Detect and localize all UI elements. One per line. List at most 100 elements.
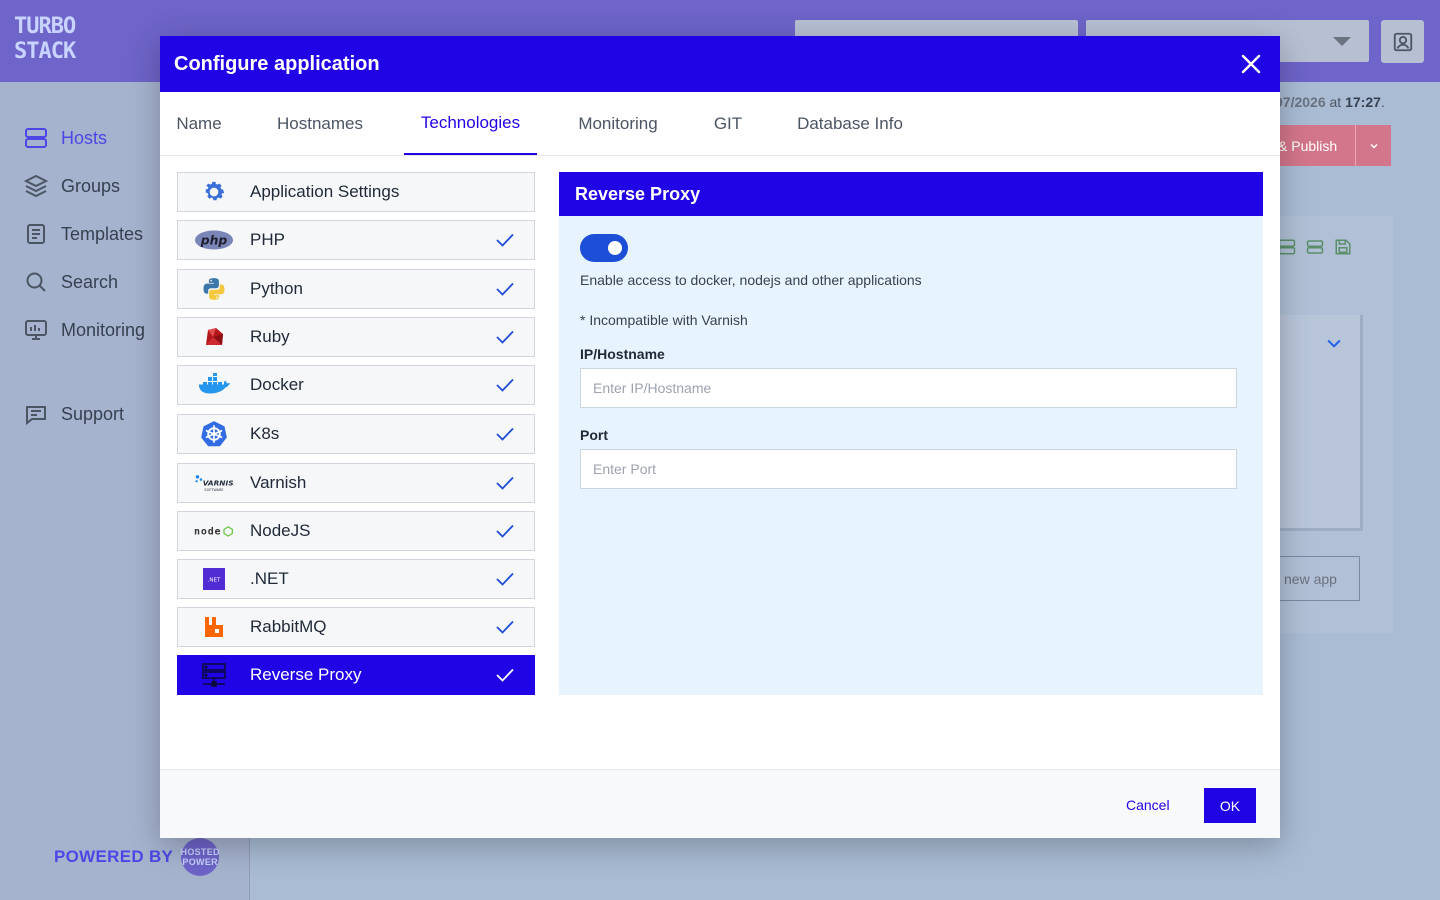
toggle-knob (608, 241, 622, 255)
sidebar-item-label: Groups (61, 175, 121, 196)
check-icon (496, 427, 518, 441)
port-input[interactable] (580, 449, 1237, 489)
list-item-label: .NET (250, 569, 289, 588)
php-icon: php (194, 229, 234, 251)
python-icon (194, 276, 234, 302)
modal-footer: Cancel OK (160, 769, 1280, 838)
list-item-label: RabbitMQ (250, 617, 327, 636)
list-item-varnish[interactable]: VARNISHSOFTWARE Varnish (177, 463, 535, 503)
check-icon (496, 282, 518, 296)
check-icon (496, 668, 518, 682)
sidebar-item-label: Templates (61, 223, 144, 244)
sidebar-item-label: Search (61, 271, 119, 292)
server-small-icon[interactable] (1278, 238, 1296, 256)
document-icon (27, 224, 45, 244)
enable-reverse-proxy-toggle[interactable] (580, 234, 628, 262)
sidebar-item-search[interactable]: Search (24, 270, 118, 294)
tab-bar: Name Hostnames Technologies Monitoring G… (160, 92, 1280, 156)
list-item-label: PHP (250, 230, 285, 249)
list-item-python[interactable]: Python (177, 269, 535, 309)
rabbitmq-icon (194, 616, 234, 638)
last-updated-period: . (1380, 94, 1385, 110)
hosted-power-logo[interactable]: HOSTED POWER (181, 838, 220, 876)
docker-icon (194, 373, 234, 397)
sidebar-item-monitoring[interactable]: Monitoring (24, 318, 145, 342)
add-new-app-label: l new app (1277, 570, 1337, 587)
list-item-label: Python (250, 279, 303, 298)
sidebar-item-label: Monitoring (61, 319, 146, 340)
user-profile-button[interactable] (1381, 20, 1424, 63)
varnish-logo-subtext: SOFTWARE (204, 488, 223, 492)
chevron-down-icon[interactable] (1355, 125, 1391, 166)
list-item-rabbitmq[interactable]: RabbitMQ (177, 607, 535, 647)
check-icon (496, 233, 518, 247)
list-item-label: Reverse Proxy (250, 665, 362, 684)
tab-git[interactable]: GIT (698, 92, 758, 155)
list-item-php[interactable]: php PHP (177, 220, 535, 260)
list-item-label: Application Settings (250, 182, 400, 201)
check-icon (496, 572, 518, 586)
list-item-label: Docker (250, 375, 304, 394)
php-text: php (200, 233, 228, 247)
close-button[interactable] (1236, 49, 1266, 79)
sidebar-item-support[interactable]: Support (24, 402, 124, 426)
search-icon (26, 272, 46, 292)
dotnet-icon: .NET (194, 568, 234, 590)
list-item-docker[interactable]: Docker (177, 365, 535, 405)
last-updated-text: 97/2026 at 17:27. (1275, 94, 1385, 110)
check-icon (496, 476, 518, 490)
varnish-logo-text: VARNISH (203, 479, 234, 488)
list-item-dotnet[interactable]: .NET .NET (177, 559, 535, 599)
kubernetes-icon (194, 420, 234, 448)
sidebar-item-label: Hosts (61, 127, 108, 148)
last-updated-time: 17:27 (1345, 94, 1381, 110)
server-icon (25, 128, 47, 148)
chat-icon (26, 406, 46, 426)
last-updated-date: 97/2026 (1275, 94, 1326, 110)
list-item-reverse-proxy[interactable]: Reverse Proxy (177, 655, 535, 695)
tab-monitoring[interactable]: Monitoring (563, 92, 673, 155)
list-item-nodejs[interactable]: node NodeJS (177, 511, 535, 551)
reverse-proxy-icon (194, 662, 234, 688)
list-item-k8s[interactable]: K8s (177, 414, 535, 454)
sidebar-item-templates[interactable]: Templates (24, 222, 143, 246)
incompatibility-note: * Incompatible with Varnish (580, 312, 748, 328)
app-card-inner (1270, 315, 1363, 531)
dotnet-logo-text: .NET (208, 578, 221, 584)
tab-hostnames[interactable]: Hostnames (263, 92, 377, 155)
chevron-down-icon[interactable] (1324, 333, 1344, 353)
check-icon (496, 378, 518, 392)
sidebar-item-label: Support (61, 403, 125, 424)
gear-icon (194, 179, 234, 205)
last-updated-at: at (1329, 94, 1342, 110)
panel-title: Reverse Proxy (559, 172, 1263, 216)
list-item-label: Varnish (250, 473, 307, 492)
node-logo-text: node (194, 526, 221, 537)
port-label: Port (580, 427, 608, 443)
modal-header: Configure application (160, 36, 1280, 92)
turbo-stack-logo[interactable]: TURBO STACK (14, 14, 76, 68)
check-icon (496, 524, 518, 538)
layers-icon (24, 174, 48, 198)
list-item-application-settings[interactable]: Application Settings (177, 172, 535, 212)
save-publish-button[interactable]: & Publish (1270, 125, 1391, 166)
tab-name[interactable]: Name (160, 92, 238, 155)
publish-label: & Publish (1278, 137, 1338, 154)
monitor-icon (25, 320, 47, 340)
ip-hostname-label: IP/Hostname (580, 346, 665, 362)
add-new-app-button[interactable]: l new app (1270, 556, 1360, 601)
ruby-icon (194, 325, 234, 349)
list-item-ruby[interactable]: Ruby (177, 317, 535, 357)
sidebar-item-groups[interactable]: Groups (24, 174, 120, 198)
tab-technologies[interactable]: Technologies (404, 92, 537, 155)
ip-hostname-input[interactable] (580, 368, 1237, 408)
ok-button[interactable]: OK (1204, 788, 1256, 823)
tab-database-info[interactable]: Database Info (784, 92, 916, 155)
powered-by: POWERED BY HOSTED POWER (54, 838, 220, 876)
cancel-button[interactable]: Cancel (1114, 788, 1182, 822)
modal-title: Configure application (174, 52, 380, 75)
save-icon[interactable] (1334, 238, 1352, 256)
user-icon (1393, 32, 1412, 51)
sidebar-item-hosts[interactable]: Hosts (24, 126, 107, 150)
database-icon[interactable] (1306, 238, 1324, 256)
